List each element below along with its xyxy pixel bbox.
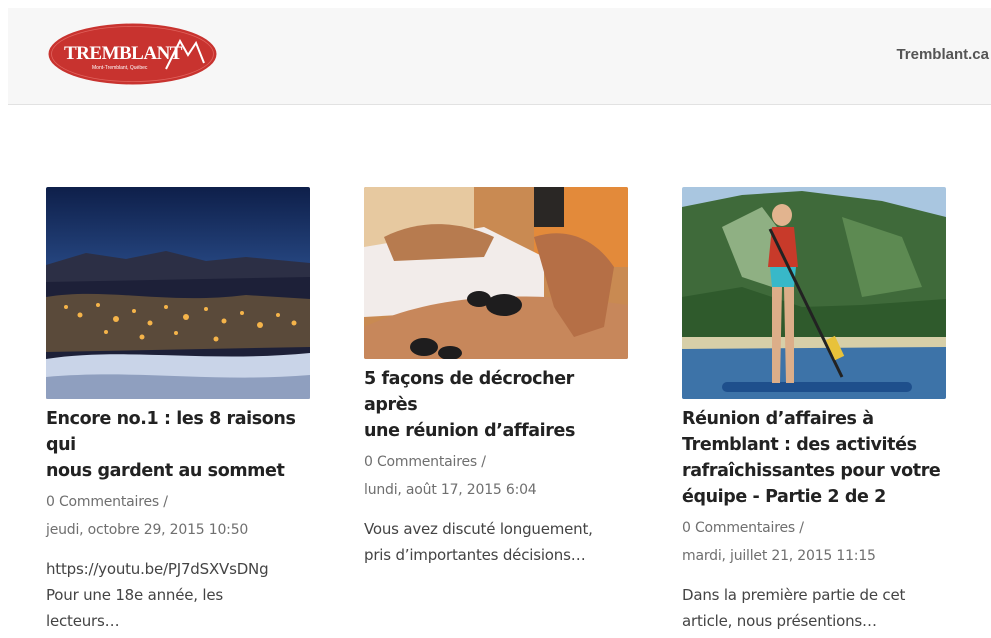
post-date: lundi, août 17, 2015 6:04 — [364, 482, 537, 498]
post-thumbnail-paddleboard[interactable] — [682, 187, 946, 399]
svg-text:TREMBLANT: TREMBLANT — [64, 43, 183, 64]
post-thumbnail-village-night[interactable] — [46, 187, 310, 399]
post-card: Réunion d’affaires à Tremblant : des act… — [682, 187, 947, 634]
post-title[interactable]: Réunion d’affaires à Tremblant : des act… — [682, 406, 947, 510]
post-meta: 0 Commentaires / mardi, juillet 21, 2015… — [682, 514, 947, 570]
post-excerpt: https://youtu.be/PJ7dSXVsDNg Pour une 18… — [46, 560, 269, 630]
post-title[interactable]: 5 façons de décrocher après une réunion … — [364, 366, 629, 444]
tremblant-logo[interactable]: TREMBLANT Mont-Tremblant, Québec — [48, 23, 217, 85]
post-date: mardi, juillet 21, 2015 11:15 — [682, 548, 876, 564]
page: TREMBLANT Mont-Tremblant, Québec Trembla… — [8, 8, 991, 638]
post-thumbnail-spa-massage[interactable] — [364, 187, 628, 359]
post-meta: 0 Commentaires / lundi, août 17, 2015 6:… — [364, 448, 629, 504]
post-date: jeudi, octobre 29, 2015 10:50 — [46, 522, 249, 538]
post-card: 5 façons de décrocher après une réunion … — [364, 187, 629, 568]
post-title[interactable]: Encore no.1 : les 8 raisons qui nous gar… — [46, 406, 311, 484]
svg-text:Mont-Tremblant, Québec: Mont-Tremblant, Québec — [92, 65, 148, 71]
post-meta: 0 Commentaires / jeudi, octobre 29, 2015… — [46, 488, 311, 544]
post-excerpt: Vous avez discuté longuement, pris d’imp… — [364, 520, 593, 564]
post-card: Encore no.1 : les 8 raisons qui nous gar… — [46, 187, 311, 634]
post-excerpt: Dans la première partie de cet article, … — [682, 586, 906, 630]
comments-link[interactable]: 0 Commentaires / — [364, 448, 629, 476]
comments-link[interactable]: 0 Commentaires / — [46, 488, 311, 516]
site-header: TREMBLANT Mont-Tremblant, Québec Trembla… — [8, 8, 991, 105]
tremblant-ca-link[interactable]: Tremblant.ca — [896, 46, 989, 63]
comments-link[interactable]: 0 Commentaires / — [682, 514, 947, 542]
